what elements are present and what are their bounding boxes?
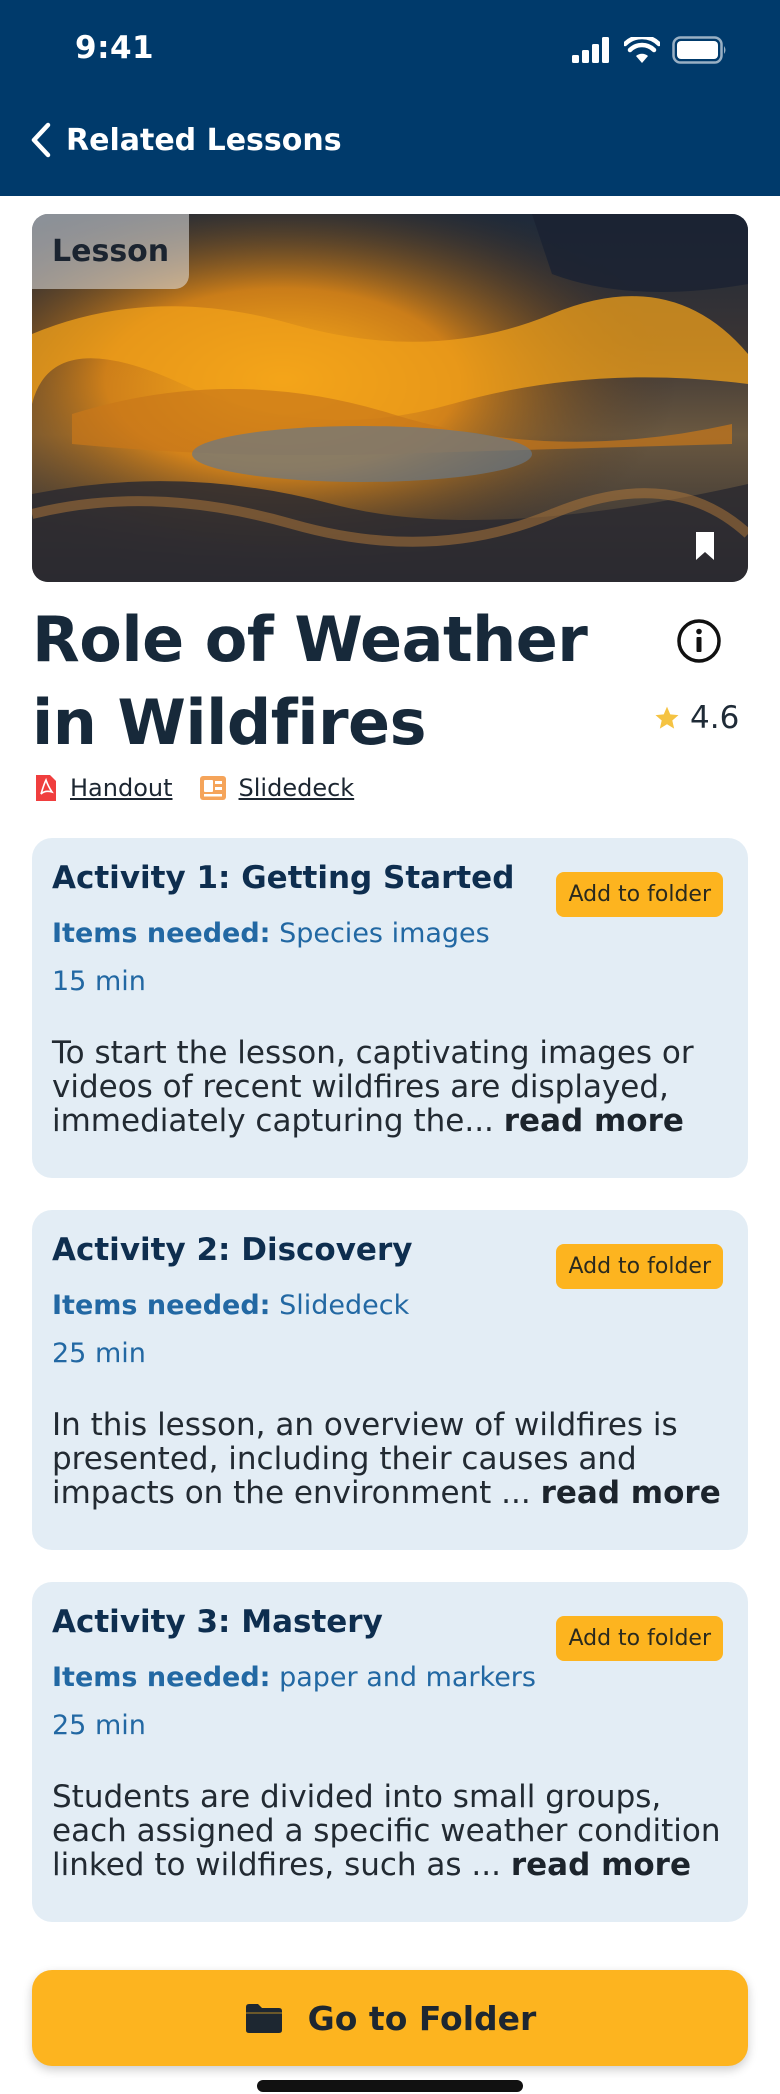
activity-title: Activity 1: Getting Started xyxy=(52,860,515,896)
signal-icon xyxy=(572,37,609,63)
go-to-folder-button[interactable]: Go to Folder xyxy=(32,1970,748,2066)
activity-title: Activity 3: Mastery xyxy=(52,1604,383,1640)
rating-value: 4.6 xyxy=(690,700,740,736)
bookmark-icon[interactable] xyxy=(694,530,716,562)
activity-duration: 25 min xyxy=(52,1710,146,1741)
home-indicator[interactable] xyxy=(257,2080,523,2092)
slidedeck-link[interactable]: Slidedeck xyxy=(199,774,355,802)
activity-description: Students are divided into small groups, … xyxy=(52,1780,742,1882)
chevron-left-icon xyxy=(31,122,51,158)
add-to-folder-button[interactable]: Add to folder xyxy=(556,872,723,917)
items-needed: Items needed: paper and markers xyxy=(52,1662,536,1693)
back-button[interactable]: Related Lessons xyxy=(30,122,342,158)
content-type-badge: Lesson xyxy=(32,214,190,289)
app-header: 9:41 Related Lessons xyxy=(0,0,780,196)
activity-duration: 15 min xyxy=(52,966,146,997)
items-needed: Items needed: Slidedeck xyxy=(52,1290,409,1321)
read-more-link[interactable]: read more xyxy=(541,1475,721,1511)
star-icon xyxy=(655,706,679,729)
items-needed-value: Slidedeck xyxy=(279,1290,410,1321)
add-to-folder-button[interactable]: Add to folder xyxy=(556,1616,723,1661)
handout-link[interactable]: Handout xyxy=(34,774,173,802)
slides-icon xyxy=(199,776,226,800)
pdf-icon xyxy=(36,775,56,801)
activity-card[interactable]: Activity 2: Discovery Add to folder Item… xyxy=(32,1210,748,1550)
activity-card[interactable]: Activity 1: Getting Started Add to folde… xyxy=(32,838,748,1178)
items-needed: Items needed: Species images xyxy=(52,918,490,949)
activity-duration: 25 min xyxy=(52,1338,146,1369)
wifi-icon xyxy=(624,37,660,63)
slidedeck-label: Slidedeck xyxy=(238,774,355,802)
folder-icon xyxy=(245,2004,282,2033)
lesson-title: Role of Weather in Wildfires xyxy=(32,603,588,759)
resource-links: Handout Slidedeck xyxy=(34,774,354,802)
activity-description: To start the lesson, captivating images … xyxy=(52,1036,742,1138)
items-needed-label: Items needed: xyxy=(52,1290,271,1321)
status-icons xyxy=(572,36,728,64)
handout-label: Handout xyxy=(70,774,173,802)
activity-title: Activity 2: Discovery xyxy=(52,1232,413,1268)
items-needed-label: Items needed: xyxy=(52,1662,271,1693)
lesson-hero-image[interactable]: Lesson xyxy=(32,214,748,582)
items-needed-label: Items needed: xyxy=(52,918,271,949)
activity-description: In this lesson, an overview of wildfires… xyxy=(52,1408,742,1510)
activity-card[interactable]: Activity 3: Mastery Add to folder Items … xyxy=(32,1582,748,1922)
read-more-link[interactable]: read more xyxy=(511,1847,691,1883)
go-to-folder-label: Go to Folder xyxy=(307,1998,537,2038)
status-time: 9:41 xyxy=(75,30,155,66)
items-needed-value: paper and markers xyxy=(279,1662,536,1693)
read-more-link[interactable]: read more xyxy=(504,1103,684,1139)
add-to-folder-button[interactable]: Add to folder xyxy=(556,1244,723,1289)
items-needed-value: Species images xyxy=(279,918,490,949)
battery-icon xyxy=(672,36,726,64)
nav-title: Related Lessons xyxy=(66,122,342,158)
rating: 4.6 xyxy=(654,700,739,736)
info-icon[interactable] xyxy=(676,618,722,664)
